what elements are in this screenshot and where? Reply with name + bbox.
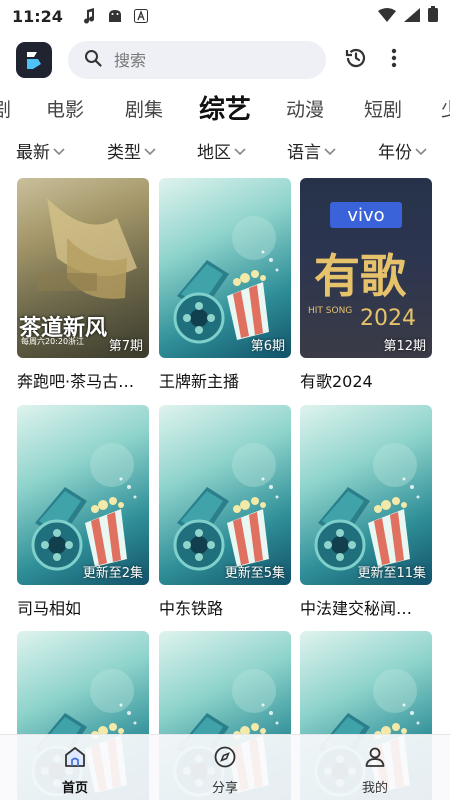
- film-reel-icon: [31, 441, 138, 571]
- tab-anime[interactable]: 动漫: [286, 95, 324, 122]
- nav-label: 首页: [61, 781, 88, 796]
- more-menu-button[interactable]: [380, 46, 408, 74]
- signal-icon: [404, 7, 420, 26]
- poster-subtitle: HIT SONG: [308, 306, 353, 316]
- filter-type[interactable]: 类型: [107, 138, 156, 163]
- media-card[interactable]: 茶道新风 每周六20:20浙江 第7期 奔跑吧·茶马古…: [17, 178, 149, 392]
- poster-image: vivo 有歌 HIT SONG 2024 第12期: [300, 178, 432, 358]
- music-note-icon: [81, 8, 97, 24]
- compass-icon: [213, 745, 237, 773]
- status-time: 11:24: [12, 6, 63, 26]
- tab-partial[interactable]: 少: [441, 95, 450, 122]
- episode-badge: 更新至11集: [357, 566, 426, 581]
- episode-badge: 第6期: [250, 339, 285, 354]
- search-input[interactable]: [114, 50, 294, 70]
- poster-image: 茶道新风 每周六20:20浙江 第7期: [17, 178, 149, 358]
- filter-region[interactable]: 地区: [197, 138, 246, 163]
- chevron-down-icon: [324, 141, 336, 161]
- poster-placeholder: 更新至2集: [17, 405, 149, 585]
- nav-label: 我的: [361, 781, 388, 796]
- nav-share[interactable]: 分享: [195, 745, 255, 796]
- episode-badge: 更新至2集: [82, 566, 143, 581]
- tab-variety[interactable]: 综艺: [199, 89, 251, 126]
- chevron-down-icon: [415, 141, 427, 161]
- font-a-icon: [133, 8, 149, 24]
- poster-subtitle: 每周六20:20浙江: [21, 337, 85, 346]
- home-icon: [63, 745, 87, 773]
- film-reel-icon: [314, 441, 421, 571]
- media-card[interactable]: 更新至2集 司马相如: [17, 405, 149, 619]
- card-title: 中东铁路: [159, 599, 224, 618]
- chevron-down-icon: [234, 141, 246, 161]
- wifi-icon: [378, 7, 396, 26]
- media-card[interactable]: 更新至5集 中东铁路: [159, 405, 291, 619]
- top-bar: [0, 32, 450, 88]
- tab-category[interactable]: 剧: [0, 95, 11, 122]
- card-title: 中法建交秘闻…: [300, 599, 413, 618]
- nav-label: 分享: [211, 781, 238, 796]
- filter-label: 地区: [197, 143, 231, 163]
- poster-title: 有歌: [314, 249, 406, 303]
- tab-series[interactable]: 剧集: [125, 95, 163, 122]
- battery-icon: [428, 6, 438, 26]
- nav-profile[interactable]: 我的: [345, 745, 405, 796]
- tab-movies[interactable]: 电影: [46, 95, 84, 122]
- filter-label: 语言: [287, 143, 321, 163]
- card-title: 有歌2024: [300, 372, 373, 391]
- filter-label: 年份: [378, 143, 412, 163]
- chevron-down-icon: [144, 141, 156, 161]
- card-title: 奔跑吧·茶马古…: [17, 372, 135, 391]
- more-vertical-icon: [391, 48, 397, 72]
- history-icon: [344, 46, 368, 74]
- episode-badge: 更新至5集: [224, 566, 285, 581]
- media-card[interactable]: 更新至11集 中法建交秘闻…: [300, 405, 432, 619]
- poster-year: 2024: [360, 306, 416, 331]
- poster-placeholder: 第6期: [159, 178, 291, 358]
- nav-home[interactable]: 首页: [45, 745, 105, 796]
- status-bar: 11:24: [0, 0, 450, 32]
- filter-sort[interactable]: 最新: [16, 138, 65, 163]
- app-logo-icon[interactable]: [16, 42, 52, 78]
- card-title: 王牌新主播: [159, 372, 240, 391]
- card-title: 司马相如: [17, 599, 82, 618]
- user-icon: [363, 745, 387, 773]
- episode-badge: 第7期: [108, 339, 143, 354]
- filter-language[interactable]: 语言: [287, 138, 336, 163]
- chevron-down-icon: [53, 141, 65, 161]
- episode-badge: 第12期: [383, 339, 426, 354]
- search-bar[interactable]: [68, 41, 326, 79]
- media-card[interactable]: vivo 有歌 HIT SONG 2024 第12期 有歌2024: [300, 178, 432, 392]
- film-reel-icon: [173, 214, 280, 344]
- media-card[interactable]: 第6期 王牌新主播: [159, 178, 291, 392]
- filter-label: 类型: [107, 143, 141, 163]
- android-icon: [107, 8, 123, 24]
- filter-label: 最新: [16, 143, 50, 163]
- search-icon: [84, 49, 102, 71]
- filter-bar: 最新 类型 地区 语言 年份: [0, 138, 450, 170]
- bottom-nav: 首页 分享 我的: [0, 734, 450, 800]
- poster-placeholder: 更新至11集: [300, 405, 432, 585]
- poster-placeholder: 更新至5集: [159, 405, 291, 585]
- category-tabs: 剧 电影 剧集 综艺 动漫 短剧 少: [0, 90, 450, 130]
- film-reel-icon: [173, 441, 280, 571]
- tab-shorts[interactable]: 短剧: [364, 95, 402, 122]
- filter-year[interactable]: 年份: [378, 138, 427, 163]
- poster-brand: vivo: [330, 202, 402, 228]
- history-button[interactable]: [342, 46, 370, 74]
